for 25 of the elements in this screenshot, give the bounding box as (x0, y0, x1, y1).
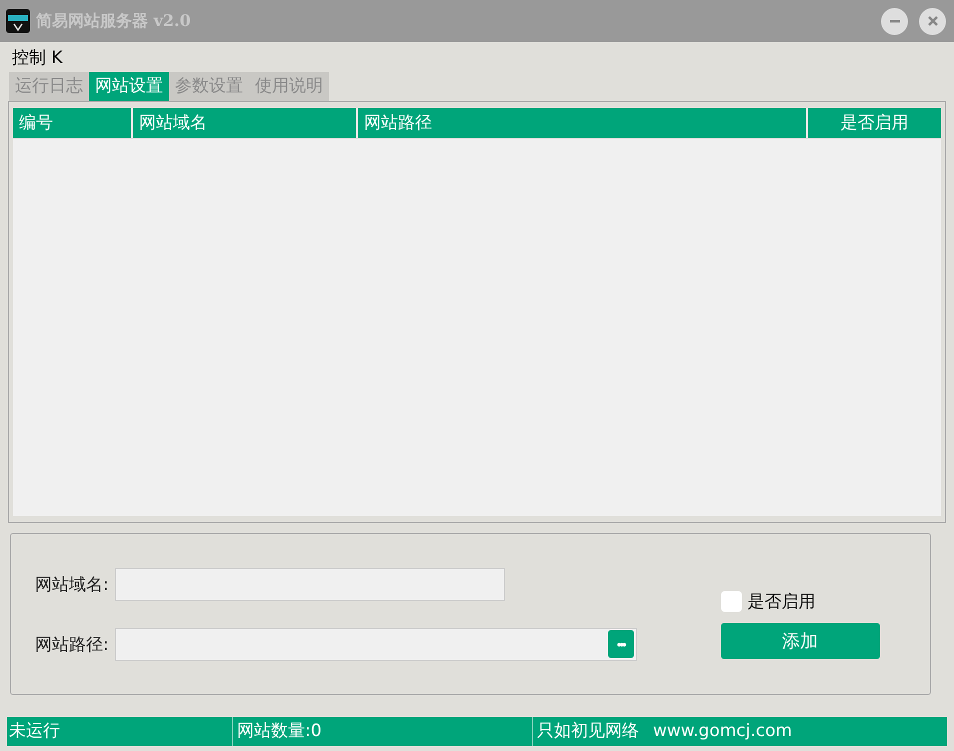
status-text: 只如初见网络 (536, 720, 639, 743)
menu-item[interactable]: 控制 K (12, 46, 63, 68)
column-header[interactable]: 编号 (13, 108, 131, 138)
status-text: 网站数量:0 (233, 717, 533, 746)
input-field[interactable]: ••• (114, 628, 637, 660)
checkbox[interactable] (720, 590, 742, 612)
checkbox-label: 是否启用 (748, 590, 816, 612)
column-header[interactable]: 网站路径 (358, 108, 806, 138)
minimize-button[interactable] (881, 8, 908, 34)
column-header[interactable]: 网站域名 (133, 108, 356, 138)
browse-button[interactable]: ••• (608, 630, 634, 658)
close-icon (926, 15, 938, 27)
column-header[interactable]: 是否启用 (808, 108, 941, 138)
status-text: www.gomcj.com (652, 720, 792, 743)
field-label: 网站路径: (35, 634, 109, 656)
tab[interactable]: 使用说明 (249, 72, 329, 101)
tab[interactable]: 参数设置 (169, 72, 249, 101)
field-label: 网站域名: (35, 574, 109, 596)
tab[interactable]: 网站设置 (89, 72, 169, 101)
app-logo-icon (6, 9, 30, 33)
add-button[interactable]: 添加 (720, 622, 880, 658)
close-button[interactable] (919, 8, 946, 34)
tab[interactable]: 运行日志 (9, 72, 89, 101)
status-text: 未运行 (7, 717, 233, 746)
input-field[interactable] (114, 568, 505, 600)
